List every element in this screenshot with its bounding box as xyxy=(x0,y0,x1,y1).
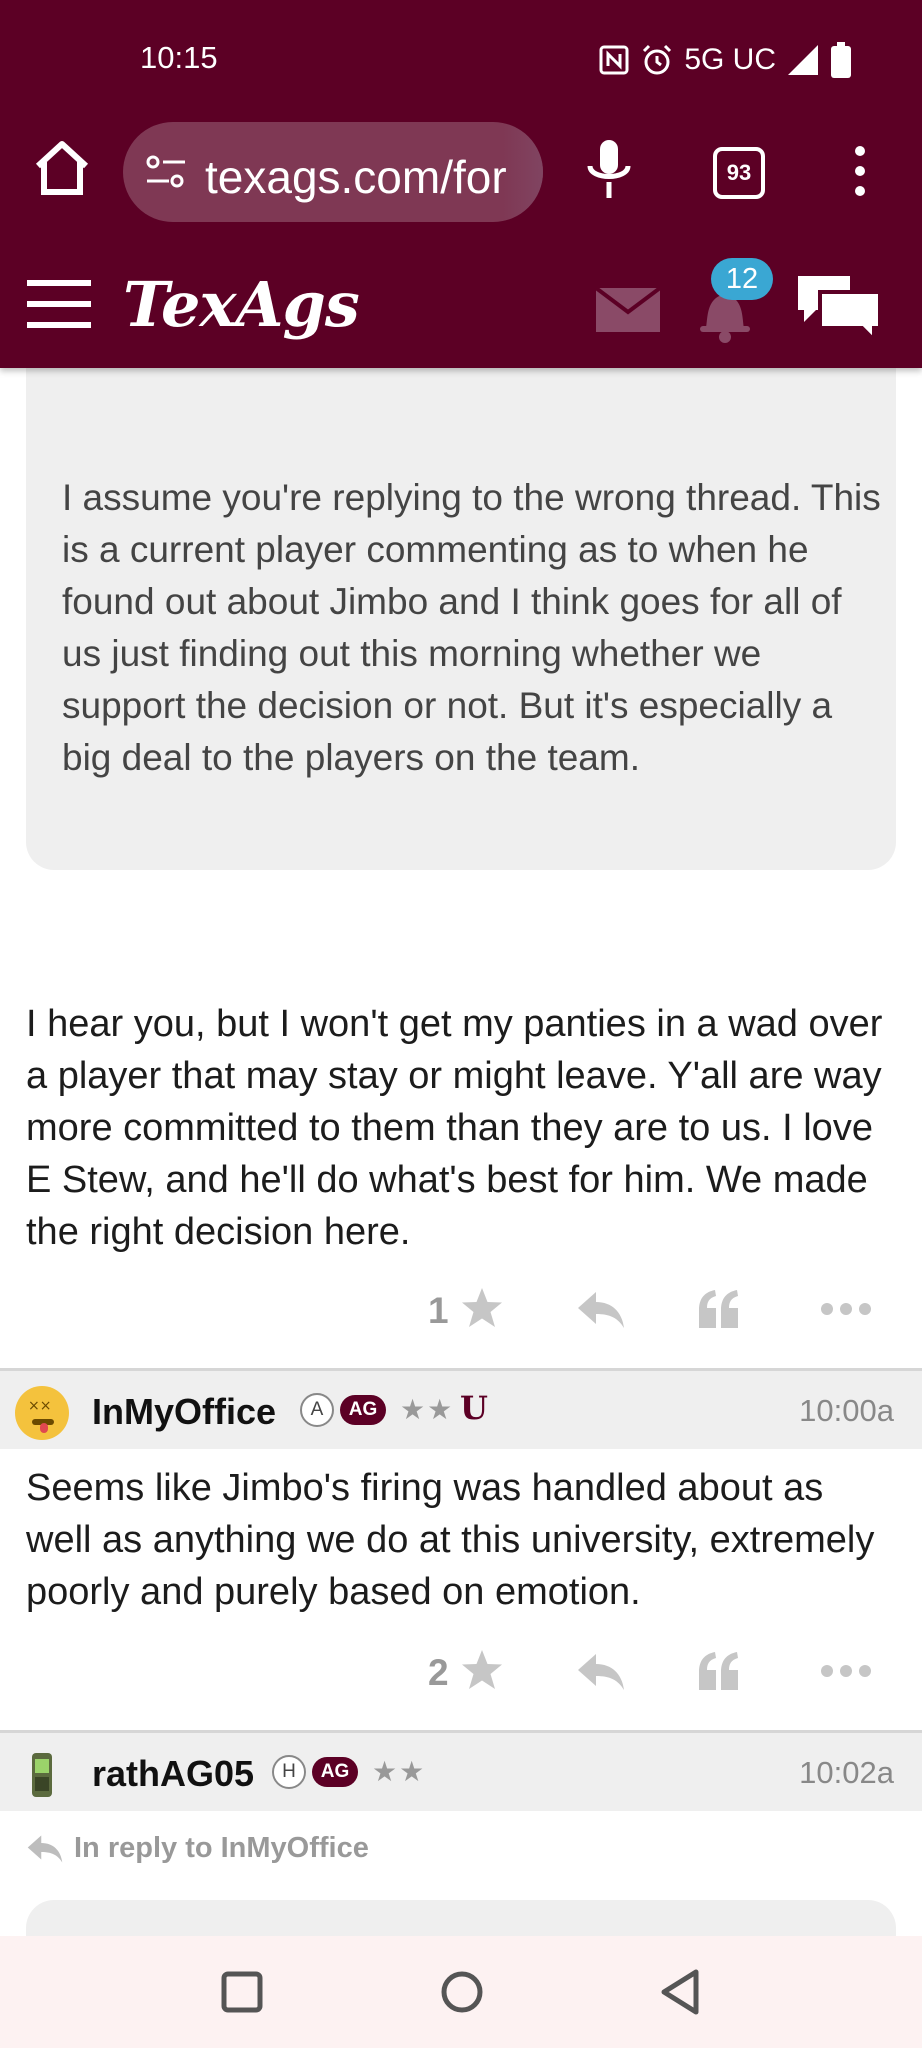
user-stars: ★★ xyxy=(400,1394,455,1425)
mic-icon[interactable] xyxy=(584,138,634,202)
chat-icon[interactable] xyxy=(796,270,882,344)
post-body: I hear you, but I won't get my panties i… xyxy=(26,1003,883,1253)
notification-badge: 12 xyxy=(711,258,773,300)
reply-icon[interactable] xyxy=(576,1652,626,1692)
more-vert-icon[interactable] xyxy=(845,145,875,197)
tabs-button[interactable]: 93 xyxy=(713,147,765,199)
quote-icon[interactable] xyxy=(697,1288,741,1328)
more-horiz-icon[interactable] xyxy=(820,1302,872,1316)
status-icons: 5G UC xyxy=(598,42,852,78)
ag-badge: AG xyxy=(312,1757,358,1787)
avatar[interactable] xyxy=(14,1747,70,1803)
more-horiz-icon[interactable] xyxy=(820,1664,872,1678)
username[interactable]: rathAG05 xyxy=(92,1753,254,1795)
star-count: 2 xyxy=(428,1652,449,1693)
system-nav-bar xyxy=(0,1936,922,2048)
post-header: ×× InMyOffice A AG ★★ U 10:00a xyxy=(0,1368,922,1449)
reply-to-text[interactable]: In reply to InMyOffice xyxy=(74,1832,369,1865)
mail-icon[interactable] xyxy=(596,288,660,332)
address-bar[interactable]: texags.com/for xyxy=(123,122,543,222)
team-badge: U xyxy=(460,1389,488,1427)
nfc-icon xyxy=(599,45,629,75)
alarm-icon xyxy=(643,44,672,75)
star-icon[interactable] xyxy=(460,1648,504,1692)
back-icon[interactable] xyxy=(654,1964,710,2020)
ag-badge: AG xyxy=(340,1395,386,1425)
star-icon[interactable] xyxy=(460,1286,504,1330)
user-stars: ★★ xyxy=(372,1756,427,1787)
post-body: Seems like Jimbo's firing was handled ab… xyxy=(26,1467,875,1613)
quote-icon[interactable] xyxy=(697,1650,741,1690)
hamburger-icon[interactable] xyxy=(25,278,93,330)
network-label: 5G UC xyxy=(684,43,776,76)
avatar[interactable]: ×× xyxy=(14,1385,70,1441)
quote-text: I assume you're replying to the wrong th… xyxy=(62,477,881,778)
tab-count: 93 xyxy=(726,160,752,185)
reply-icon xyxy=(27,1835,63,1862)
site-settings-icon[interactable] xyxy=(145,154,187,190)
post-time: 10:00a xyxy=(799,1393,894,1428)
post-actions: 2 xyxy=(420,1642,880,1702)
star-count: 1 xyxy=(428,1290,449,1331)
post-time: 10:02a xyxy=(799,1755,894,1790)
home-nav-icon[interactable] xyxy=(434,1964,490,2020)
signal-icon xyxy=(788,45,818,75)
status-time: 10:15 xyxy=(140,40,218,75)
home-icon[interactable] xyxy=(30,136,94,200)
svg-text:××: ×× xyxy=(28,1398,51,1414)
url-text[interactable]: texags.com/for xyxy=(205,150,507,204)
recents-icon[interactable] xyxy=(214,1964,270,2020)
username[interactable]: InMyOffice xyxy=(92,1391,276,1433)
texags-logo[interactable]: TexAgs xyxy=(123,268,360,341)
user-badge: A xyxy=(300,1393,334,1427)
user-badge: H xyxy=(272,1755,306,1789)
post-actions: 1 xyxy=(420,1280,880,1340)
browser-chrome: 10:15 5G UC texags.com/for 93 TexAgs 12 xyxy=(0,0,922,368)
reply-to-link[interactable]: In reply to InMyOffice xyxy=(26,1832,369,1865)
quote-block: I assume you're replying to the wrong th… xyxy=(26,368,896,870)
battery-icon xyxy=(831,42,851,78)
reply-icon[interactable] xyxy=(576,1290,626,1330)
post-header: rathAG05 H AG ★★ 10:02a xyxy=(0,1730,922,1811)
